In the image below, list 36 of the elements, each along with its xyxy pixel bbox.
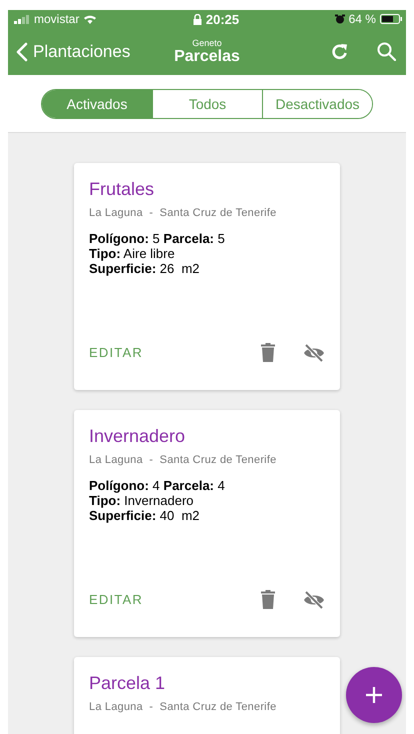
card-location: La Laguna - Santa Cruz de Tenerife	[89, 701, 278, 713]
search-icon[interactable]	[377, 42, 396, 61]
card-title: Frutales	[89, 179, 156, 200]
add-button[interactable]	[346, 667, 402, 723]
battery-percent: 64 %	[348, 12, 376, 26]
detail-line: Superficie: 40 m2	[89, 508, 201, 523]
carrier-name: movistar	[34, 12, 80, 26]
card-location: La Laguna - Santa Cruz de Tenerife	[89, 207, 278, 219]
edit-button[interactable]: EDITAR	[89, 592, 143, 607]
filter-tab[interactable]: Desactivados	[262, 90, 372, 118]
signal-icon	[14, 14, 30, 24]
eye-slash-icon[interactable]	[303, 590, 325, 608]
eye-slash-icon[interactable]	[303, 344, 325, 362]
detail-line: Polígono: 4 Parcela: 4	[89, 478, 226, 493]
nav-title: Parcelas	[174, 48, 240, 66]
lock-icon	[192, 14, 202, 24]
refresh-icon[interactable]	[331, 42, 349, 60]
chevron-left-icon	[16, 42, 28, 62]
wifi-icon	[83, 14, 98, 24]
detail-line: Superficie: 26 m2	[89, 261, 201, 276]
nav-subtitle: Geneto	[192, 38, 222, 48]
trash-icon[interactable]	[261, 590, 275, 609]
battery-icon	[380, 14, 402, 24]
detail-line: Polígono: 5 Parcela: 5	[89, 231, 226, 246]
card-title: Invernadero	[89, 426, 186, 447]
filter-tab[interactable]: Activados	[42, 90, 152, 118]
trash-icon[interactable]	[261, 343, 275, 362]
card-location: La Laguna - Santa Cruz de Tenerife	[89, 454, 278, 466]
detail-line: Tipo: Invernadero	[89, 493, 195, 508]
alarm-icon	[334, 14, 345, 24]
clock-time: 20:25	[206, 12, 240, 26]
card-title: Parcela 1	[89, 673, 166, 694]
detail-line: Tipo: Aire libre	[89, 246, 176, 261]
edit-button[interactable]: EDITAR	[89, 345, 143, 360]
back-button[interactable]: Plantaciones	[16, 42, 130, 62]
plus-icon	[366, 687, 382, 703]
